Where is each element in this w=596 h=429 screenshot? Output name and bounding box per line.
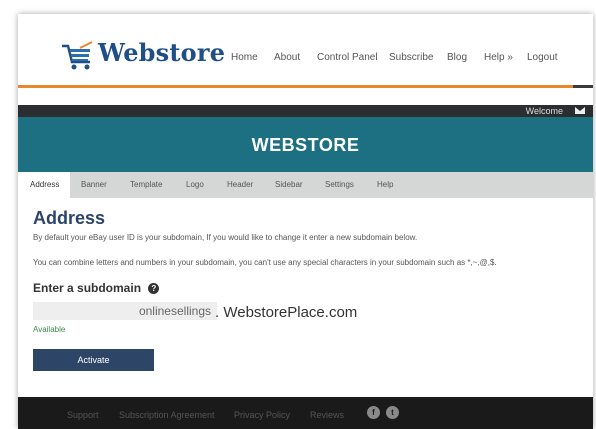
description-default: By default your eBay user ID is your sub…	[33, 233, 418, 242]
description-rules: You can combine letters and numbers in y…	[33, 258, 497, 267]
facebook-icon[interactable]: f	[367, 406, 380, 419]
welcome-bar: Welcome	[18, 105, 593, 117]
settings-tabs: Address Banner Template Logo Header Side…	[18, 172, 593, 198]
tab-sidebar[interactable]: Sidebar	[275, 172, 303, 198]
help-icon[interactable]: ?	[148, 283, 160, 295]
site-footer: Support Subscription Agreement Privacy P…	[18, 397, 593, 429]
tab-help[interactable]: Help	[377, 172, 393, 198]
twitter-icon[interactable]: t	[386, 406, 399, 419]
site-header: Webstore Home About Control Panel Subscr…	[18, 14, 593, 88]
footer-link-subscription-agreement[interactable]: Subscription Agreement	[119, 410, 215, 420]
footer-link-support[interactable]: Support	[67, 410, 99, 420]
footer-link-reviews[interactable]: Reviews	[310, 410, 344, 420]
tab-header[interactable]: Header	[227, 172, 253, 198]
mail-icon[interactable]	[575, 107, 585, 114]
nav-about[interactable]: About	[274, 52, 300, 63]
nav-home[interactable]: Home	[231, 52, 258, 63]
header-accent-line	[18, 85, 573, 88]
store-banner: WEBSTORE	[18, 117, 593, 172]
availability-status: Available	[33, 325, 66, 334]
activate-button[interactable]: Activate	[33, 349, 154, 371]
logo-text: Webstore	[98, 38, 226, 67]
shopping-cart-icon	[62, 41, 93, 70]
page-title: Address	[33, 208, 106, 228]
tab-logo[interactable]: Logo	[186, 172, 204, 198]
nav-logout[interactable]: Logout	[527, 52, 558, 63]
tab-address[interactable]: Address	[18, 172, 70, 198]
tab-template[interactable]: Template	[130, 172, 162, 198]
nav-blog[interactable]: Blog	[447, 52, 467, 63]
tab-banner[interactable]: Banner	[81, 172, 107, 198]
page-frame: Webstore Home About Control Panel Subscr…	[18, 14, 593, 429]
webstore-logo[interactable]: Webstore	[60, 34, 225, 74]
nav-control-panel[interactable]: Control Panel	[317, 52, 378, 63]
subdomain-heading-label: Enter a subdomain	[33, 281, 142, 295]
banner-title: WEBSTORE	[251, 135, 360, 155]
tab-settings[interactable]: Settings	[325, 172, 354, 198]
footer-link-privacy-policy[interactable]: Privacy Policy	[234, 410, 290, 420]
welcome-text: Welcome	[525, 106, 563, 116]
nav-subscribe[interactable]: Subscribe	[389, 52, 433, 63]
domain-suffix: . WebstorePlace.com	[215, 304, 358, 321]
header-accent-line-end	[573, 85, 593, 88]
nav-help[interactable]: Help »	[484, 52, 513, 63]
subdomain-heading: Enter a subdomain ?	[33, 281, 160, 295]
subdomain-input[interactable]	[33, 302, 217, 320]
